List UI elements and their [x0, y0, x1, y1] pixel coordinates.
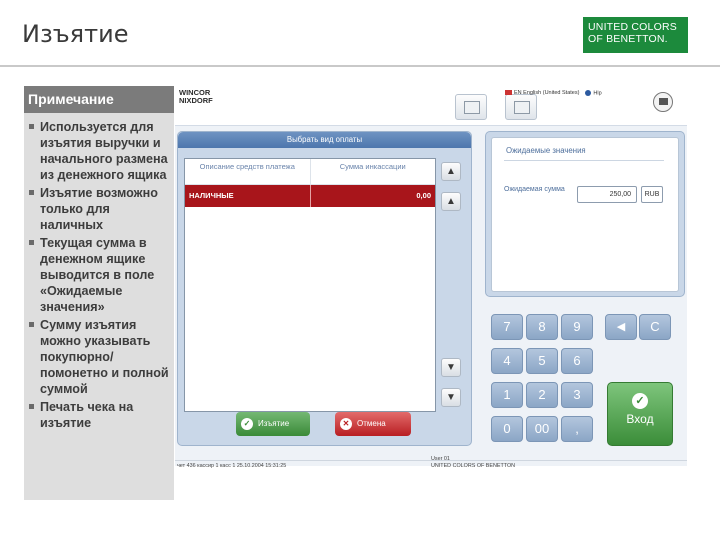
expected-values-panel: Ожидаемые значения Ожидаемая сумма 250,0… [485, 131, 685, 297]
notes-item-text: Используется для изъятия выручки и начал… [40, 120, 168, 182]
scroll-top-button[interactable]: ▲ [441, 162, 461, 181]
scroll-bottom-button[interactable]: ▼ [441, 388, 461, 407]
col-amount-header: Сумма инкассации [339, 162, 406, 171]
cash-drawer-icon [514, 101, 530, 114]
bullet-icon [29, 404, 34, 409]
expected-values-inner: Ожидаемые значения Ожидаемая сумма 250,0… [491, 137, 679, 292]
expected-values-title: Ожидаемые значения [506, 146, 586, 155]
payment-row-cash[interactable]: НАЛИЧНЫЕ 0,00 [185, 185, 435, 207]
pos-screenshot: WINCOR NIXDORF EN English (United States… [175, 86, 687, 476]
key-0[interactable]: 0 [491, 416, 523, 442]
expected-amount-field[interactable]: 250,00 [577, 186, 637, 203]
key-comma[interactable]: , [561, 416, 593, 442]
check-icon: ✓ [241, 418, 253, 430]
status-bar: чет 436 кассир 1 касс 1 25.10.2004 15:31… [175, 456, 687, 472]
scroll-up-button[interactable]: ▲ [441, 192, 461, 211]
notes-item-text: Изъятие возможно только для наличных [40, 186, 158, 232]
notes-item-text: Текущая сумма в денежном ящике выводится… [40, 236, 155, 314]
cash-drawer-button[interactable] [505, 94, 537, 120]
scroll-down-button[interactable]: ▼ [441, 358, 461, 377]
clear-key[interactable]: C [639, 314, 671, 340]
bullet-icon [29, 240, 34, 245]
slide-title: Изъятие [22, 20, 129, 48]
status-info: чет 436 кассир 1 касс 1 25.10.2004 15:31… [177, 463, 287, 469]
withdraw-button[interactable]: ✓ Изъятие [236, 412, 310, 436]
notes-list: Используется для изъятия выручки и начал… [24, 113, 174, 431]
status-company: UNITED COLORS OF BENETTON [431, 463, 516, 469]
notes-item-text: Печать чека на изъятие [40, 400, 134, 430]
backspace-key[interactable]: ◀ [605, 314, 637, 340]
help-label: Hlp [593, 90, 602, 97]
expected-divider [504, 160, 664, 161]
language-label: EN English (United States) [514, 90, 580, 97]
notes-item: Изъятие возможно только для наличных [28, 185, 170, 233]
calculator-button[interactable] [455, 94, 487, 120]
expected-amount-label: Ожидаемая сумма [504, 186, 565, 193]
status-user: User 01 [431, 456, 450, 462]
notes-item: Текущая сумма в денежном ящике выводится… [28, 235, 170, 315]
enter-button[interactable]: ✓ Вход [607, 382, 673, 446]
payment-row-description: НАЛИЧНЫЕ [185, 185, 311, 207]
bullet-icon [29, 190, 34, 195]
currency-field: RUB [641, 186, 663, 203]
language-bar: EN English (United States) Hlp [505, 90, 602, 96]
key-6[interactable]: 6 [561, 348, 593, 374]
pos-logo: WINCOR NIXDORF [179, 89, 213, 105]
notes-item: Используется для изъятия выручки и начал… [28, 119, 170, 183]
key-9[interactable]: 9 [561, 314, 593, 340]
flag-icon [505, 90, 512, 96]
cancel-label: Отмена [357, 419, 386, 428]
help-icon [585, 90, 592, 96]
key-7[interactable]: 7 [491, 314, 523, 340]
notes-panel: Примечание Используется для изъятия выру… [24, 86, 174, 500]
payment-list: Описание средств платежа Сумма инкассаци… [184, 158, 436, 412]
notes-item: Печать чека на изъятие [28, 399, 170, 431]
payment-type-panel: Выбрать вид оплаты Описание средств плат… [177, 131, 472, 446]
key-1[interactable]: 1 [491, 382, 523, 408]
enter-label: Вход [626, 412, 654, 426]
key-5[interactable]: 5 [526, 348, 558, 374]
pos-logo-line2: NIXDORF [179, 96, 213, 105]
slide: Изъятие UNITED COLORS OF BENETTON. Приме… [0, 0, 720, 540]
notes-item-text: Сумму изъятия можно указывать покупюрно/… [40, 318, 169, 396]
cancel-button[interactable]: ✕ Отмена [335, 412, 411, 436]
check-icon: ✓ [632, 393, 648, 409]
key-4[interactable]: 4 [491, 348, 523, 374]
brand-logo: UNITED COLORS OF BENETTON. [583, 17, 688, 53]
key-8[interactable]: 8 [526, 314, 558, 340]
withdraw-label: Изъятие [258, 419, 290, 428]
close-icon: ✕ [340, 418, 352, 430]
bullet-icon [29, 322, 34, 327]
key-00[interactable]: 00 [526, 416, 558, 442]
notes-item: Сумму изъятия можно указывать покупюрно/… [28, 317, 170, 397]
col-description-header: Описание средств платежа [185, 159, 311, 184]
language-selector[interactable]: EN English (United States) [505, 90, 579, 96]
key-2[interactable]: 2 [526, 382, 558, 408]
bullet-icon [29, 124, 34, 129]
help-button[interactable]: Hlp [585, 90, 602, 97]
notes-heading: Примечание [24, 86, 174, 113]
calculator-icon [464, 101, 480, 114]
payment-row-amount: 0,00 [416, 191, 431, 200]
pos-topbar: WINCOR NIXDORF EN English (United States… [175, 86, 687, 126]
key-3[interactable]: 3 [561, 382, 593, 408]
payment-list-header: Описание средств платежа Сумма инкассаци… [185, 159, 435, 185]
payment-panel-title: Выбрать вид оплаты [178, 132, 471, 148]
title-divider [0, 65, 720, 67]
monitor-button[interactable] [653, 92, 673, 112]
